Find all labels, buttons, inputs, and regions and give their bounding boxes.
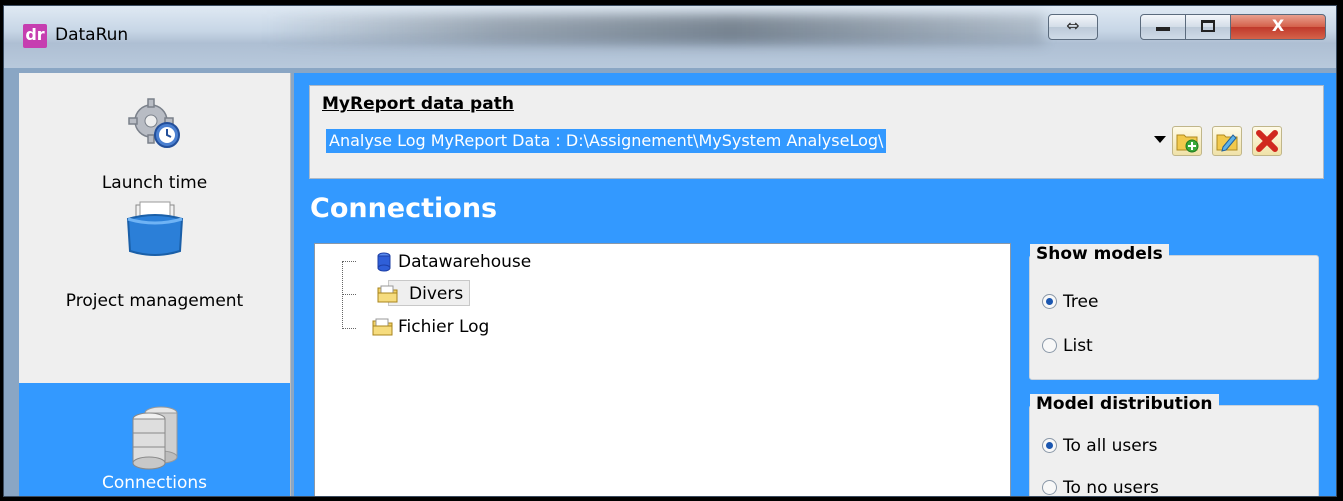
main-panel: MyReport data path Analyse Log MyReport …: [294, 73, 1336, 497]
radio-label: List: [1063, 336, 1093, 356]
connections-tree[interactable]: Datawarehouse Divers Fichier Log: [314, 243, 1011, 496]
window-title: DataRun: [55, 25, 129, 45]
edit-path-button[interactable]: [1212, 126, 1242, 156]
tree-item-datawarehouse[interactable]: Datawarehouse: [377, 249, 532, 275]
tree-item-divers[interactable]: Divers: [377, 280, 471, 306]
sidebar-item-connections[interactable]: Connections: [19, 383, 290, 496]
sidebar-item-label: Launch time: [101, 173, 208, 193]
tree-item-label: Divers: [409, 284, 464, 304]
add-path-button[interactable]: [1172, 126, 1202, 156]
tree-connector: [342, 261, 356, 262]
data-path-value: Analyse Log MyReport Data : D:\Assigneme…: [326, 129, 887, 153]
delete-icon: [1256, 130, 1278, 152]
database-icon: [132, 406, 177, 470]
tree-item-label: Fichier Log: [398, 317, 490, 337]
page-title: Connections: [310, 193, 498, 224]
sidebar: Launch time Project management Connectio…: [19, 73, 291, 496]
app-window: dr DataRun ⇔ X Launch time Project manag…: [3, 5, 1337, 497]
radio-list[interactable]: [1042, 338, 1057, 353]
radio-label: To no users: [1063, 478, 1159, 497]
chevron-down-icon[interactable]: [1154, 136, 1166, 143]
minimize-icon: [1156, 27, 1170, 31]
maximize-button[interactable]: [1185, 14, 1231, 40]
tree-item-fichier-log[interactable]: Fichier Log: [372, 314, 490, 340]
data-path-select[interactable]: Analyse Log MyReport Data : D:\Assigneme…: [322, 126, 1166, 156]
data-path-section: MyReport data path Analyse Log MyReport …: [309, 85, 1324, 179]
gear-clock-icon: [127, 98, 180, 148]
folders-box-icon: [126, 201, 183, 256]
distribution-none-option[interactable]: To no users: [1042, 478, 1159, 497]
options-panel: Show models Tree List Model distribution…: [1017, 243, 1323, 497]
sidebar-item-launch-time[interactable]: Launch time: [19, 93, 290, 203]
title-bar[interactable]: dr DataRun ⇔ X: [4, 6, 1336, 68]
show-models-list-option[interactable]: List: [1042, 336, 1093, 356]
database-icon: [377, 252, 391, 272]
sidebar-item-label: Connections: [101, 473, 208, 493]
radio-tree[interactable]: [1042, 294, 1057, 309]
show-models-tree-option[interactable]: Tree: [1042, 292, 1098, 312]
data-path-title: MyReport data path: [322, 94, 514, 114]
sidebar-item-project-management[interactable]: Project management: [19, 201, 290, 381]
distribution-all-option[interactable]: To all users: [1042, 436, 1158, 456]
minimize-button[interactable]: [1140, 14, 1186, 40]
tree-connector: [342, 328, 356, 329]
folder-icon: [372, 318, 393, 336]
close-button[interactable]: X: [1230, 14, 1326, 40]
tree-item-label: Datawarehouse: [398, 252, 532, 272]
resize-button[interactable]: ⇔: [1048, 14, 1098, 40]
maximize-icon: [1201, 20, 1215, 32]
app-logo-icon: dr: [23, 24, 47, 48]
tree-connector: [342, 261, 343, 329]
folder-icon: [377, 285, 398, 303]
tree-connector: [342, 294, 356, 295]
edit-icon: [1216, 134, 1238, 152]
radio-all-users[interactable]: [1042, 438, 1057, 453]
sidebar-item-label: Project management: [65, 291, 244, 311]
show-models-title: Show models: [1030, 244, 1169, 264]
add-folder-icon: [1176, 134, 1199, 153]
title-bar-background: [264, 14, 1044, 44]
show-models-group: Show models Tree List: [1029, 244, 1319, 380]
resize-icon: ⇔: [1066, 16, 1080, 35]
radio-label: Tree: [1063, 292, 1099, 312]
radio-no-users[interactable]: [1042, 480, 1057, 495]
model-distribution-title: Model distribution: [1030, 394, 1219, 414]
delete-path-button[interactable]: [1252, 126, 1282, 156]
model-distribution-group: Model distribution To all users To no us…: [1029, 394, 1319, 497]
radio-label: To all users: [1063, 436, 1158, 456]
close-icon: X: [1271, 16, 1285, 35]
